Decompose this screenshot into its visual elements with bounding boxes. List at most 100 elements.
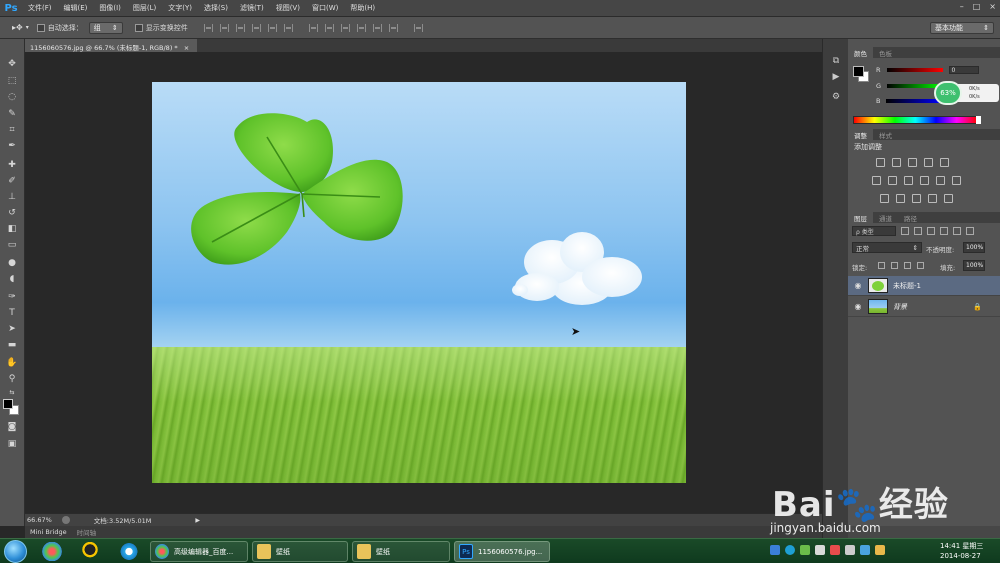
tab-styles[interactable]: 样式 xyxy=(873,129,898,140)
distribute-right-icon[interactable] xyxy=(388,23,398,32)
red-slider[interactable] xyxy=(886,68,943,72)
close-button[interactable]: × xyxy=(989,2,996,11)
status-info-icon[interactable] xyxy=(61,516,70,524)
color-spectrum-bar[interactable] xyxy=(853,116,978,124)
clone-stamp-tool-icon[interactable]: ⊥ xyxy=(5,190,19,203)
align-right-icon[interactable] xyxy=(283,23,293,32)
layer-row[interactable]: ◉ 未标题-1 xyxy=(848,276,1000,296)
eraser-tool-icon[interactable]: ◧ xyxy=(5,222,19,235)
history-brush-tool-icon[interactable]: ↺ xyxy=(5,206,19,219)
tab-swatches[interactable]: 色板 xyxy=(873,47,898,58)
photo-filter-icon[interactable] xyxy=(920,176,929,185)
auto-select-dropdown[interactable]: 组 ⇕ xyxy=(88,21,123,34)
distribute-top-icon[interactable] xyxy=(308,23,318,32)
blend-mode-dropdown[interactable]: 正常 ⇕ xyxy=(852,242,922,253)
align-bottom-icon[interactable] xyxy=(235,23,245,32)
tab-timeline[interactable]: 时间轴 xyxy=(72,526,102,538)
color-foreground-swatch[interactable] xyxy=(853,66,864,77)
eye-icon[interactable]: ◉ xyxy=(848,281,868,290)
security-icon[interactable] xyxy=(830,545,840,555)
distribute-left-icon[interactable] xyxy=(356,23,366,32)
foreground-color-swatch[interactable] xyxy=(3,399,13,409)
canvas-area[interactable]: ➤ xyxy=(25,52,822,513)
tab-layers[interactable]: 图层 xyxy=(848,212,873,223)
curves-icon[interactable] xyxy=(908,158,917,167)
filter-pixel-icon[interactable] xyxy=(901,227,909,235)
document-canvas[interactable]: ➤ xyxy=(152,82,686,483)
shield-icon[interactable] xyxy=(875,545,885,555)
lock-all-icon[interactable] xyxy=(917,262,924,269)
properties-panel-icon[interactable]: ⚙ xyxy=(830,92,842,104)
eye-icon[interactable]: ◉ xyxy=(848,302,868,311)
lock-pixels-icon[interactable] xyxy=(891,262,898,269)
rectangle-tool-icon[interactable]: ▬ xyxy=(5,338,19,351)
filter-shape-icon[interactable] xyxy=(940,227,948,235)
workspace-dropdown[interactable]: 基本功能 ⇕ xyxy=(930,22,994,34)
document-tab[interactable]: 1156060576.jpg @ 66.7% (未标题-1, RGB/8) * … xyxy=(25,39,197,52)
align-left-icon[interactable] xyxy=(251,23,261,32)
selective-color-icon[interactable] xyxy=(944,194,953,203)
distribute-bottom-icon[interactable] xyxy=(340,23,350,32)
marquee-tool-icon[interactable]: ⬚ xyxy=(5,74,19,87)
screen-mode-icon[interactable]: ▣ xyxy=(5,437,19,450)
filter-smart-icon[interactable] xyxy=(953,227,961,235)
auto-select-checkbox[interactable] xyxy=(36,23,45,32)
tab-color[interactable]: 颜色 xyxy=(848,47,873,58)
zoom-tool-icon[interactable]: ⚲ xyxy=(5,372,19,385)
exposure-icon[interactable] xyxy=(924,158,933,167)
brightness-icon[interactable] xyxy=(876,158,885,167)
menu-select[interactable]: 选择(S) xyxy=(198,3,234,13)
minimize-button[interactable]: – xyxy=(960,2,964,11)
tab-adjustments[interactable]: 调整 xyxy=(848,129,873,140)
hand-tool-icon[interactable]: ✋ xyxy=(5,356,19,369)
filter-type-icon[interactable] xyxy=(927,227,935,235)
swap-colors-icon[interactable]: ⇆ xyxy=(5,386,19,399)
lock-transparency-icon[interactable] xyxy=(878,262,885,269)
zoom-level[interactable]: 66.67% xyxy=(27,516,52,524)
tray-app-icon[interactable] xyxy=(800,545,810,555)
system-clock[interactable]: 14:41 星期三 2014-08-27 xyxy=(940,541,983,561)
levels-icon[interactable] xyxy=(892,158,901,167)
taskbar-task-browser[interactable]: 高级编辑器_百度... xyxy=(150,541,248,562)
close-tab-icon[interactable]: × xyxy=(184,44,189,52)
tab-paths[interactable]: 路径 xyxy=(898,212,923,223)
blue-slider[interactable] xyxy=(886,99,943,103)
path-select-tool-icon[interactable]: ➤ xyxy=(5,322,19,335)
align-hcenter-icon[interactable] xyxy=(267,23,277,32)
maximize-button[interactable]: □ xyxy=(973,2,981,11)
invert-icon[interactable] xyxy=(880,194,889,203)
status-menu-arrow-icon[interactable]: ▶ xyxy=(195,517,200,524)
eyedropper-tool-icon[interactable]: ✒ xyxy=(5,139,19,152)
gradient-tool-icon[interactable]: ▭ xyxy=(5,238,19,251)
tray-app-icon[interactable] xyxy=(770,545,780,555)
gradient-map-icon[interactable] xyxy=(928,194,937,203)
fill-input[interactable]: 100% xyxy=(963,260,985,271)
color-lookup-icon[interactable] xyxy=(952,176,961,185)
vibrance-icon[interactable] xyxy=(940,158,949,167)
crop-tool-icon[interactable]: ⌗ xyxy=(5,123,19,136)
blur-tool-icon[interactable]: ● xyxy=(5,256,19,269)
qq-icon[interactable] xyxy=(80,542,100,561)
menu-edit[interactable]: 编辑(E) xyxy=(58,3,94,13)
align-vcenter-icon[interactable] xyxy=(219,23,229,32)
auto-align-icon[interactable] xyxy=(413,23,423,32)
posterize-icon[interactable] xyxy=(896,194,905,203)
color-balance-icon[interactable] xyxy=(888,176,897,185)
menu-window[interactable]: 窗口(W) xyxy=(306,3,344,13)
network-icon[interactable] xyxy=(815,545,825,555)
start-button[interactable] xyxy=(4,540,27,563)
threshold-icon[interactable] xyxy=(912,194,921,203)
dodge-tool-icon[interactable]: ◖ xyxy=(5,272,19,285)
menu-filter[interactable]: 滤镜(T) xyxy=(234,3,270,13)
quick-select-tool-icon[interactable]: ✎ xyxy=(5,107,19,120)
align-top-icon[interactable] xyxy=(203,23,213,32)
history-panel-icon[interactable]: ⧉ xyxy=(830,56,842,68)
actions-panel-icon[interactable]: ▶ xyxy=(830,72,842,84)
distribute-vcenter-icon[interactable] xyxy=(324,23,334,32)
move-tool-preset-icon[interactable]: ▸✥ xyxy=(12,23,23,32)
black-white-icon[interactable] xyxy=(904,176,913,185)
chevron-down-icon[interactable]: ▾ xyxy=(26,24,29,31)
taskbar-task-folder-1[interactable]: 壁纸 xyxy=(252,541,348,562)
red-value-input[interactable]: 0 xyxy=(948,66,979,74)
pen-tool-icon[interactable]: ✑ xyxy=(5,290,19,303)
